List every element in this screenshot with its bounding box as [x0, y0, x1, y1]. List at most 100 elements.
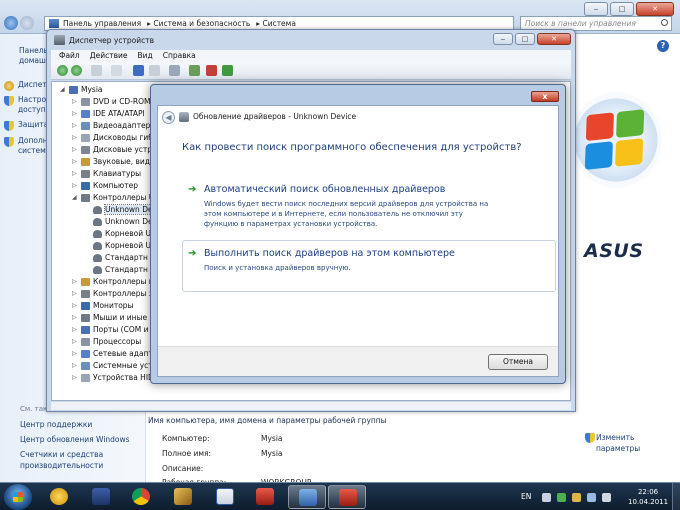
tree-item[interactable]: ▷ IDE ATA/ATAPI: [72, 108, 145, 120]
expand-toggle-icon[interactable]: ▷: [72, 372, 80, 384]
taskbar-app-messenger[interactable]: [40, 485, 78, 509]
left-link-protection[interactable]: Защита: [18, 120, 48, 130]
expand-toggle-icon[interactable]: ▷: [72, 156, 80, 168]
taskbar-app-system[interactable]: [288, 485, 326, 509]
console-tree-icon[interactable]: [91, 65, 102, 76]
tree-item[interactable]: Unknown De: [84, 204, 154, 216]
properties-icon[interactable]: [111, 65, 122, 76]
dialog-close-button[interactable]: x: [531, 91, 559, 102]
expand-toggle-icon[interactable]: ▷: [72, 120, 80, 132]
tree-item[interactable]: ◢ Mysia: [60, 84, 103, 96]
tree-item[interactable]: ▷ DVD и CD-ROM: [72, 96, 151, 108]
close-button[interactable]: ✕: [636, 2, 674, 16]
close-button[interactable]: ✕: [537, 33, 571, 45]
start-button[interactable]: [4, 484, 32, 510]
change-settings-link[interactable]: Изменить параметры: [596, 432, 640, 454]
link-performance-2[interactable]: производительности: [20, 460, 103, 471]
tree-item[interactable]: ▷ Устройства HID: [72, 372, 154, 384]
clock[interactable]: 22:06 10.04.2011: [628, 487, 668, 507]
volume-icon[interactable]: [602, 493, 611, 502]
tree-item[interactable]: ▷ Контроллеры г: [72, 276, 153, 288]
tree-item[interactable]: Unknown De: [84, 216, 153, 228]
link-action-center[interactable]: Центр поддержки: [20, 419, 92, 430]
left-pane-home-partial-2[interactable]: домаш: [19, 56, 46, 66]
scan-hardware-icon[interactable]: [169, 65, 180, 76]
minimize-button[interactable]: ‒: [584, 2, 608, 16]
search-icon[interactable]: [661, 19, 668, 26]
help-icon[interactable]: [133, 65, 144, 76]
option-auto-search[interactable]: Автоматический поиск обновленных драйвер…: [204, 184, 445, 195]
expand-toggle-icon[interactable]: ▷: [72, 324, 80, 336]
cancel-button[interactable]: Отмена: [488, 354, 548, 370]
link-windows-update[interactable]: Центр обновления Windows: [20, 434, 130, 445]
left-pane-home-partial[interactable]: Панель: [19, 46, 48, 56]
back-icon[interactable]: [4, 16, 18, 30]
tree-item[interactable]: ▷ Процессоры: [72, 336, 141, 348]
menu-view[interactable]: Вид: [137, 50, 152, 62]
minimize-button[interactable]: ‒: [493, 33, 513, 45]
back-icon[interactable]: [57, 65, 68, 76]
taskbar-app-save[interactable]: [82, 485, 120, 509]
taskbar-app-archive[interactable]: [246, 485, 284, 509]
tray-app-icon[interactable]: [572, 493, 581, 502]
forward-icon[interactable]: [71, 65, 82, 76]
expand-toggle-icon[interactable]: ▷: [72, 360, 80, 372]
left-link-device-manager[interactable]: Диспет: [18, 80, 47, 90]
tree-item[interactable]: Стандартн: [84, 264, 148, 276]
breadcrumb-system[interactable]: Система: [262, 19, 295, 28]
expand-toggle-icon[interactable]: ▷: [72, 96, 80, 108]
tree-item[interactable]: ▷ Компьютер: [72, 180, 138, 192]
menu-file[interactable]: Файл: [59, 50, 80, 62]
update-driver-icon[interactable]: [189, 65, 200, 76]
expand-toggle-icon[interactable]: ▷: [72, 180, 80, 192]
expand-toggle-icon[interactable]: ▷: [72, 288, 80, 300]
tree-item[interactable]: ▷ Клавиатуры: [72, 168, 141, 180]
tree-item[interactable]: ▷ Мониторы: [72, 300, 133, 312]
menu-action[interactable]: Действие: [90, 50, 128, 62]
tree-item[interactable]: ▷ Дисковые устро: [72, 144, 157, 156]
tree-item[interactable]: Стандартн: [84, 252, 148, 264]
expand-toggle-icon[interactable]: ◢: [72, 192, 80, 204]
expand-toggle-icon[interactable]: ▷: [72, 348, 80, 360]
taskbar-app-chrome[interactable]: [122, 485, 160, 509]
maximize-button[interactable]: □: [515, 33, 535, 45]
expand-toggle-icon[interactable]: ▷: [72, 108, 80, 120]
breadcrumb-system-security[interactable]: Система и безопасность: [153, 19, 250, 28]
tray-app-icon[interactable]: [557, 493, 566, 502]
option-browse-computer[interactable]: Выполнить поиск драйверов на этом компью…: [204, 248, 455, 259]
breadcrumb-control-panel[interactable]: Панель управления: [63, 19, 141, 28]
link-performance[interactable]: Счетчики и средства: [20, 449, 103, 460]
taskbar-app-tools[interactable]: [164, 485, 202, 509]
taskbar-app-device-manager[interactable]: [328, 485, 366, 509]
tree-item[interactable]: ▷ Видеоадаптеры: [72, 120, 156, 132]
network-icon[interactable]: [587, 493, 596, 502]
expand-toggle-icon[interactable]: ◢: [60, 84, 68, 96]
details-icon[interactable]: [149, 65, 160, 76]
tree-item[interactable]: ▷ Мыши и иные: [72, 312, 147, 324]
tree-item[interactable]: Корневой U: [84, 240, 151, 252]
expand-toggle-icon[interactable]: ▷: [72, 276, 80, 288]
left-link-advanced[interactable]: Дополн: [18, 136, 48, 146]
expand-toggle-icon[interactable]: ▷: [72, 132, 80, 144]
back-icon[interactable]: ◀: [162, 111, 175, 124]
tree-item[interactable]: ◢ Контроллеры U: [72, 192, 154, 204]
tray-arrow-icon[interactable]: [542, 493, 551, 502]
taskbar-app-word[interactable]: [206, 485, 244, 509]
change-link-line-2[interactable]: параметры: [596, 443, 640, 454]
expand-toggle-icon[interactable]: ▷: [72, 312, 80, 324]
change-link-line-1[interactable]: Изменить: [596, 432, 640, 443]
tree-item[interactable]: Корневой U: [84, 228, 151, 240]
help-icon[interactable]: ?: [657, 40, 669, 52]
tree-item[interactable]: ▷ Системные уст: [72, 360, 153, 372]
expand-toggle-icon[interactable]: ▷: [72, 144, 80, 156]
tree-item[interactable]: ▷ Контроллеры з: [72, 288, 153, 300]
tree-item[interactable]: ▷ Звуковые, виде: [72, 156, 155, 168]
language-indicator[interactable]: EN: [521, 492, 531, 501]
tree-item[interactable]: ▷ Порты (COM и: [72, 324, 148, 336]
left-link-remote-settings[interactable]: Настро: [18, 95, 46, 105]
left-link-advanced-2[interactable]: систем: [18, 146, 46, 156]
enable-icon[interactable]: [222, 65, 233, 76]
show-desktop-button[interactable]: [672, 483, 680, 510]
menu-help[interactable]: Справка: [163, 50, 196, 62]
expand-toggle-icon[interactable]: ▷: [72, 336, 80, 348]
